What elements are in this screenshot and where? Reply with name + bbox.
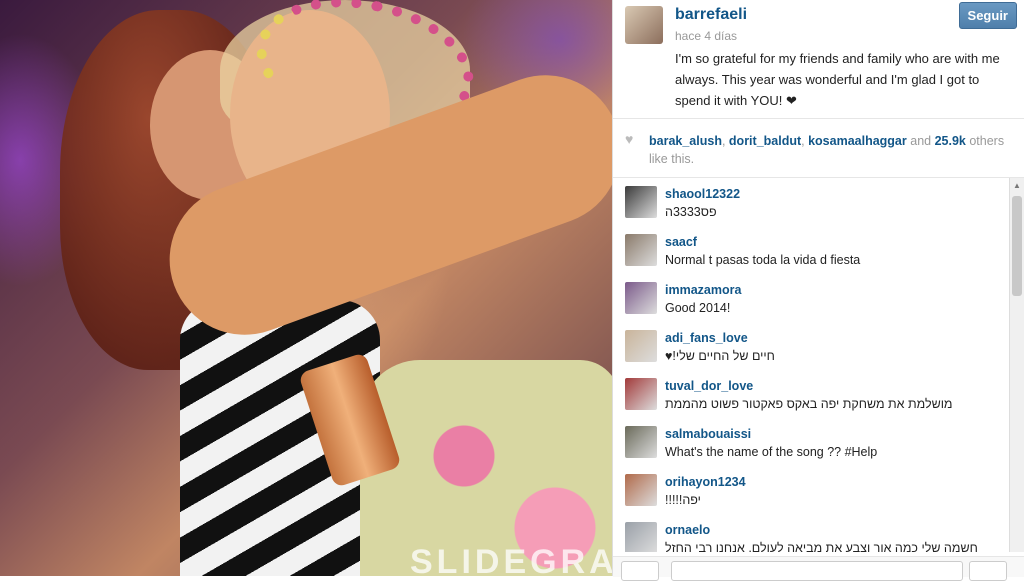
list-item: orihayon1234 !!!!!יפה [613, 466, 1009, 514]
list-item: immazamora Good 2014! [613, 274, 1009, 322]
comment-username[interactable]: ornaelo [665, 523, 710, 537]
avatar[interactable] [625, 330, 657, 362]
list-item: tuval_dor_love מושלמת את משחקת יפה באקס … [613, 370, 1009, 418]
comments-scrollbar[interactable]: ▲ [1009, 178, 1024, 552]
comment-text: פס3333ה [665, 205, 717, 219]
post-header: barrefaeli hace 4 días Seguir I'm so gra… [613, 0, 1024, 119]
avatar[interactable] [625, 522, 657, 552]
liker-link[interactable]: dorit_baldut [729, 134, 801, 148]
comment-username[interactable]: orihayon1234 [665, 475, 746, 489]
comment-text: חשמה שלי כמה אור וצבע את מביאה לעולם, אנ… [665, 541, 978, 552]
comment-username[interactable]: shaool12322 [665, 187, 740, 201]
comment-text: !!!!!יפה [665, 493, 701, 507]
likers-text: barak_alush, dorit_baldut, kosamaalhagga… [649, 134, 1005, 166]
comment-username[interactable]: saacf [665, 235, 697, 249]
comment-username[interactable]: adi_fans_love [665, 331, 748, 345]
list-item: salmabouaissi What's the name of the son… [613, 418, 1009, 466]
comments-list: shaool12322 פס3333ה saacf Normal t pasas… [613, 178, 1009, 552]
post-caption: I'm so grateful for my friends and famil… [675, 51, 1000, 108]
list-item: shaool12322 פס3333ה [613, 178, 1009, 226]
likes-count[interactable]: 25.9k [935, 134, 966, 148]
heart-icon[interactable]: ♥ [625, 132, 639, 146]
comment-username[interactable]: tuval_dor_love [665, 379, 753, 393]
follow-button[interactable]: Seguir [958, 2, 1017, 29]
comment-text: Normal t pasas toda la vida d fiesta [665, 253, 861, 267]
post-username[interactable]: barrefaeli [675, 6, 747, 24]
liker-link[interactable]: kosamaalhaggar [808, 134, 907, 148]
avatar[interactable] [625, 426, 657, 458]
comment-text: ♥!חיים של החיים שלי [665, 349, 775, 363]
comment-text: מושלמת את משחקת יפה באקס פאקטור פשוט מהמ… [665, 397, 953, 411]
avatar[interactable] [625, 474, 657, 506]
comment-input[interactable] [671, 561, 963, 581]
post-panel: barrefaeli hace 4 días Seguir I'm so gra… [612, 0, 1024, 581]
avatar[interactable] [625, 6, 663, 44]
comment-username[interactable]: salmabouaissi [665, 427, 751, 441]
watermark: SLIDEGRAM [410, 543, 612, 576]
list-item: saacf Normal t pasas toda la vida d fies… [613, 226, 1009, 274]
avatar[interactable] [625, 234, 657, 266]
post-timestamp: hace 4 días [675, 29, 738, 43]
avatar[interactable] [625, 282, 657, 314]
avatar[interactable] [625, 378, 657, 410]
comment-username[interactable]: immazamora [665, 283, 741, 297]
scroll-thumb[interactable] [1012, 196, 1022, 296]
comment-text: Good 2014! [665, 301, 731, 315]
comment-footer [613, 556, 1024, 581]
more-button[interactable] [969, 561, 1007, 581]
like-button[interactable] [621, 561, 659, 581]
post-photo: SLIDEGRAM [0, 0, 612, 576]
avatar[interactable] [625, 186, 657, 218]
likes-section: ♥ barak_alush, dorit_baldut, kosamaalhag… [613, 119, 1024, 178]
scroll-up-icon[interactable]: ▲ [1013, 181, 1021, 190]
liker-link[interactable]: barak_alush [649, 134, 722, 148]
list-item: ornaelo חשמה שלי כמה אור וצבע את מביאה ל… [613, 514, 1009, 552]
list-item: adi_fans_love ♥!חיים של החיים שלי [613, 322, 1009, 370]
comment-text: What's the name of the song ?? #Help [665, 445, 878, 459]
